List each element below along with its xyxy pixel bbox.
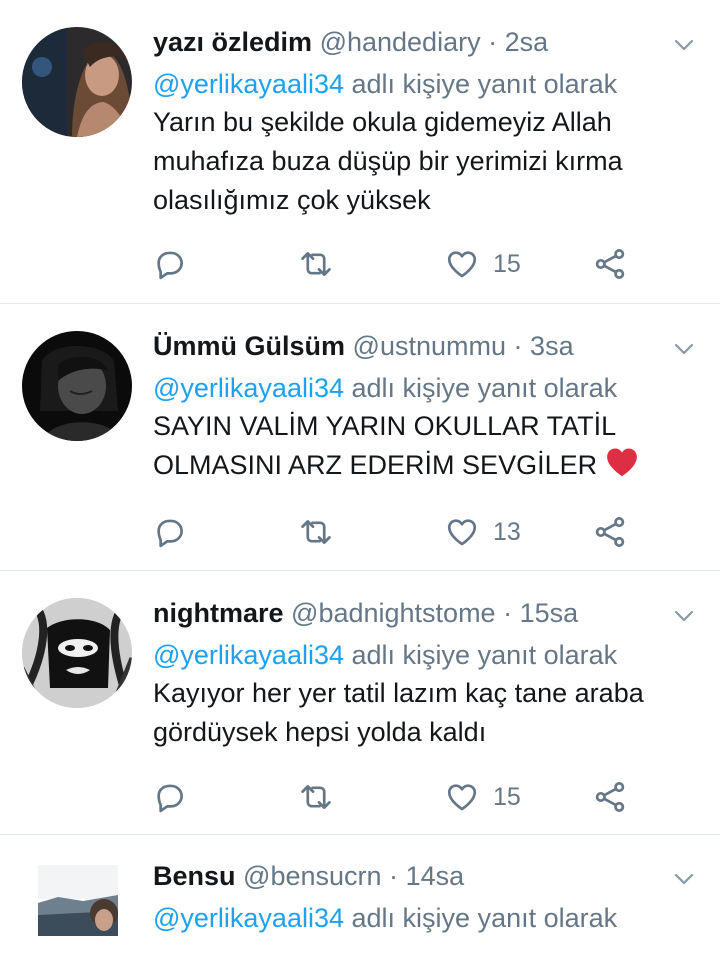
like-count: 15 bbox=[493, 249, 521, 278]
retweet-button[interactable] bbox=[299, 777, 333, 817]
retweet-icon bbox=[299, 780, 333, 814]
like-count: 15 bbox=[493, 782, 521, 811]
tweet-text: Yarın bu şekilde okula gidemeyiz Allah m… bbox=[153, 103, 700, 220]
reply-button[interactable] bbox=[153, 512, 187, 552]
user-handle[interactable]: @bensucrn bbox=[243, 861, 381, 891]
like-button[interactable]: 15 bbox=[445, 777, 521, 817]
retweet-button[interactable] bbox=[299, 512, 333, 552]
reply-prefix: adlı kişiye yanıt olarak bbox=[351, 373, 618, 403]
display-name[interactable]: Bensu bbox=[153, 861, 236, 891]
reply-button[interactable] bbox=[153, 777, 187, 817]
separator: · bbox=[488, 27, 498, 57]
like-count: 13 bbox=[493, 517, 521, 546]
display-name[interactable]: nightmare bbox=[153, 598, 284, 628]
chevron-down-icon[interactable] bbox=[672, 33, 696, 57]
separator: · bbox=[513, 331, 523, 361]
tweet-text-line: muhafıza buza düşüp bir yerimizi kırma bbox=[153, 146, 623, 176]
tweet[interactable]: Ümmü Gülsüm @ustnummu · 3sa @yerlikayaal… bbox=[0, 304, 720, 571]
reply-context: @yerlikayaali34 adlı kişiye yanıt olarak bbox=[153, 640, 700, 670]
user-handle[interactable]: @handediary bbox=[320, 27, 481, 57]
tweet-header: yazı özledim @handediary · 2sa bbox=[153, 27, 700, 57]
like-button[interactable]: 15 bbox=[445, 244, 521, 284]
tweet-header: Ümmü Gülsüm @ustnummu · 3sa bbox=[153, 331, 700, 361]
tweet-text-line: Kayıyor her yer tatil lazım kaç tane ara… bbox=[153, 678, 644, 708]
reply-icon bbox=[153, 515, 187, 549]
tweet-actions: 13 bbox=[153, 512, 633, 552]
reply-icon bbox=[153, 247, 187, 281]
reply-context: @yerlikayaali34 adlı kişiye yanıt olarak bbox=[153, 373, 700, 403]
separator: · bbox=[503, 598, 513, 628]
reply-prefix: adlı kişiye yanıt olarak bbox=[351, 640, 618, 670]
share-button[interactable] bbox=[593, 777, 627, 817]
heart-outline-icon bbox=[445, 247, 479, 281]
reply-prefix: adlı kişiye yanıt olarak bbox=[351, 69, 618, 99]
tweet[interactable]: yazı özledim @handediary · 2sa @yerlikay… bbox=[0, 0, 720, 304]
display-name[interactable]: yazı özledim bbox=[153, 27, 312, 57]
heart-outline-icon bbox=[445, 780, 479, 814]
tweet[interactable]: nightmare @badnightstome · 15sa @yerlika… bbox=[0, 571, 720, 835]
avatar[interactable] bbox=[22, 331, 132, 441]
mention-link[interactable]: @yerlikayaali34 bbox=[153, 69, 344, 99]
reply-context: @yerlikayaali34 adlı kişiye yanıt olarak bbox=[153, 903, 700, 933]
share-icon bbox=[593, 515, 627, 549]
retweet-button[interactable] bbox=[299, 244, 333, 284]
avatar[interactable] bbox=[22, 598, 132, 708]
tweet-text-line: Yarın bu şekilde okula gidemeyiz Allah bbox=[153, 107, 612, 137]
tweet-text-line: gördüysek hepsi yolda kaldı bbox=[153, 717, 487, 747]
share-button[interactable] bbox=[593, 512, 627, 552]
chevron-down-icon[interactable] bbox=[672, 337, 696, 361]
retweet-icon bbox=[299, 247, 333, 281]
share-icon bbox=[593, 780, 627, 814]
tweet-text-line: SAYIN VALİM YARIN OKULLAR TATİL bbox=[153, 411, 617, 441]
share-icon bbox=[593, 247, 627, 281]
like-button[interactable]: 13 bbox=[445, 512, 521, 552]
share-button[interactable] bbox=[593, 244, 627, 284]
tweet-text-line: olasılığımız çok yüksek bbox=[153, 185, 431, 215]
avatar[interactable] bbox=[22, 27, 132, 137]
heart-outline-icon bbox=[445, 515, 479, 549]
timestamp[interactable]: 2sa bbox=[505, 27, 549, 57]
user-handle[interactable]: @badnightstome bbox=[291, 598, 496, 628]
tweet-header: Bensu @bensucrn · 14sa bbox=[153, 861, 700, 891]
user-handle[interactable]: @ustnummu bbox=[353, 331, 506, 361]
timestamp[interactable]: 15sa bbox=[520, 598, 579, 628]
tweet[interactable]: Bensu @bensucrn · 14sa @yerlikayaali34 a… bbox=[0, 835, 720, 956]
chevron-down-icon[interactable] bbox=[672, 604, 696, 628]
mention-link[interactable]: @yerlikayaali34 bbox=[153, 903, 344, 933]
timestamp[interactable]: 14sa bbox=[406, 861, 465, 891]
red-heart-emoji bbox=[606, 448, 637, 477]
tweet-text-line: OLMASINI ARZ EDERİM SEVGİLER bbox=[153, 446, 700, 485]
retweet-icon bbox=[299, 515, 333, 549]
tweet-text-segment: OLMASINI ARZ EDERİM SEVGİLER bbox=[153, 450, 598, 480]
mention-link[interactable]: @yerlikayaali34 bbox=[153, 373, 344, 403]
tweet-header: nightmare @badnightstome · 15sa bbox=[153, 598, 700, 628]
separator: · bbox=[389, 861, 399, 891]
reply-icon bbox=[153, 780, 187, 814]
avatar[interactable] bbox=[38, 865, 118, 936]
display-name[interactable]: Ümmü Gülsüm bbox=[153, 331, 345, 361]
chevron-down-icon[interactable] bbox=[672, 867, 696, 891]
mention-link[interactable]: @yerlikayaali34 bbox=[153, 640, 344, 670]
reply-context: @yerlikayaali34 adlı kişiye yanıt olarak bbox=[153, 69, 700, 99]
reply-prefix: adlı kişiye yanıt olarak bbox=[351, 903, 618, 933]
timestamp[interactable]: 3sa bbox=[530, 331, 574, 361]
tweet-text: Kayıyor her yer tatil lazım kaç tane ara… bbox=[153, 674, 700, 752]
tweet-actions: 15 bbox=[153, 244, 633, 284]
tweet-text: SAYIN VALİM YARIN OKULLAR TATİL OLMASINI… bbox=[153, 407, 700, 485]
tweet-actions: 15 bbox=[153, 777, 633, 817]
reply-button[interactable] bbox=[153, 244, 187, 284]
